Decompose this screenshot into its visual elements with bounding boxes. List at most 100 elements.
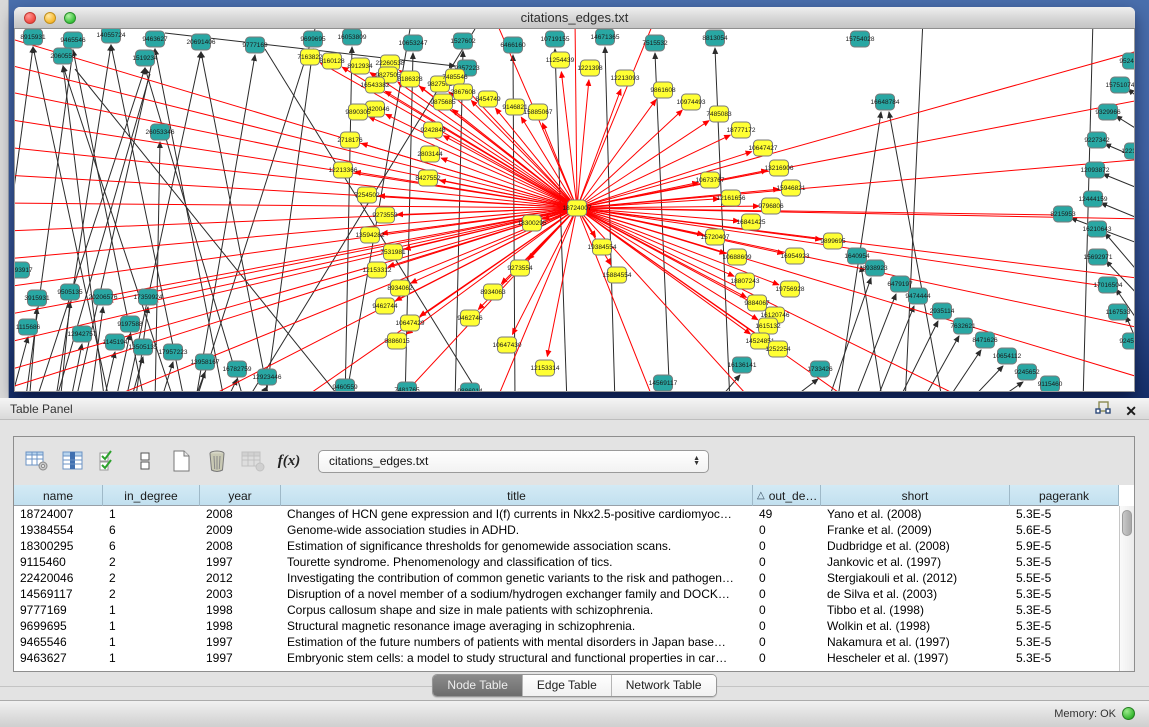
graph-node[interactable]: 7515532 bbox=[642, 35, 668, 51]
citation-edge-black[interactable] bbox=[455, 51, 463, 392]
table-cell[interactable]: 19384554 bbox=[14, 522, 103, 538]
table-cell[interactable]: Structural magnetic resonance image aver… bbox=[281, 618, 753, 634]
citation-edge-red[interactable] bbox=[547, 208, 577, 356]
table-cell[interactable]: 0 bbox=[753, 570, 821, 586]
graph-node[interactable]: 2060550 bbox=[50, 48, 76, 64]
graph-node[interactable]: 6793917 bbox=[15, 262, 33, 278]
graph-node[interactable]: 8912934 bbox=[347, 58, 373, 74]
graph-node[interactable]: 20206576 bbox=[89, 289, 118, 305]
graph-node[interactable]: 10719155 bbox=[541, 31, 570, 47]
citation-edge-red[interactable] bbox=[575, 29, 577, 208]
table-cell[interactable]: 0 bbox=[753, 634, 821, 650]
graph-node[interactable]: 16648784 bbox=[871, 94, 900, 110]
graph-node[interactable]: 12444159 bbox=[1079, 191, 1108, 207]
function-builder-icon[interactable]: f(x) bbox=[276, 448, 302, 474]
column-header-pagerank[interactable]: pagerank bbox=[1010, 485, 1119, 506]
graph-node[interactable]: 12153314 bbox=[531, 360, 560, 376]
table-vertical-scrollbar[interactable] bbox=[1119, 506, 1134, 671]
table-cell[interactable]: 1 bbox=[103, 650, 200, 666]
graph-node[interactable]: 9227342 bbox=[1084, 132, 1110, 148]
graph-node[interactable]: 1615132 bbox=[755, 318, 781, 334]
table-cell[interactable]: 5.3E-5 bbox=[1010, 554, 1119, 570]
table-cell[interactable]: Corpus callosum shape and size in male p… bbox=[281, 602, 753, 618]
table-row[interactable]: 946554611997Estimation of the future num… bbox=[14, 634, 1119, 650]
citation-network-graph[interactable]: 8915931946554614055724946362720691406977… bbox=[15, 29, 1134, 392]
graph-node[interactable]: 17957223 bbox=[159, 344, 188, 360]
table-cell[interactable]: 1 bbox=[103, 602, 200, 618]
graph-node[interactable]: 1167533 bbox=[1106, 304, 1131, 320]
graph-node[interactable]: 17016504 bbox=[1094, 277, 1123, 293]
graph-node[interactable]: 7481765 bbox=[394, 382, 420, 392]
graph-node[interactable]: 8160128 bbox=[319, 53, 345, 69]
citation-edge-red[interactable] bbox=[577, 80, 589, 208]
citation-edge-black[interactable] bbox=[103, 352, 115, 392]
table-cell[interactable]: 0 bbox=[753, 586, 821, 602]
graph-node[interactable]: 15692971 bbox=[1084, 249, 1113, 265]
table-cell[interactable]: 0 bbox=[753, 522, 821, 538]
table-cell[interactable]: 5.6E-5 bbox=[1010, 522, 1119, 538]
graph-node[interactable]: 2867608 bbox=[450, 84, 476, 100]
graph-node[interactable]: 9273553 bbox=[372, 207, 398, 223]
graph-node[interactable]: 15720407 bbox=[701, 229, 730, 245]
graph-node[interactable]: 15884554 bbox=[603, 267, 632, 283]
scrollbar-thumb[interactable] bbox=[1122, 510, 1132, 536]
table-cell[interactable]: 1 bbox=[103, 618, 200, 634]
column-header-in_degree[interactable]: in_degree bbox=[103, 485, 200, 506]
graph-node[interactable]: 7531981 bbox=[380, 244, 406, 260]
table-cell[interactable]: 1997 bbox=[200, 634, 281, 650]
graph-node[interactable]: 1145194 bbox=[103, 334, 128, 350]
graph-node[interactable]: 9463627 bbox=[142, 31, 168, 47]
citation-edge-red[interactable] bbox=[95, 208, 577, 392]
graph-node[interactable]: 1221039 bbox=[1121, 143, 1134, 159]
table-cell[interactable]: 9463627 bbox=[14, 650, 103, 666]
graph-node[interactable]: 12213366 bbox=[329, 162, 358, 178]
graph-node[interactable]: 9505135 bbox=[57, 284, 83, 300]
citation-edge-red[interactable] bbox=[107, 208, 577, 301]
citation-edge-red[interactable] bbox=[577, 100, 656, 208]
graph-node[interactable]: 14055724 bbox=[97, 29, 126, 43]
table-cell[interactable]: 2 bbox=[103, 586, 200, 602]
citation-edge-red[interactable] bbox=[577, 29, 655, 208]
table-cell[interactable]: 2 bbox=[103, 570, 200, 586]
column-visibility-icon[interactable] bbox=[60, 448, 86, 474]
table-cell[interactable]: Tourette syndrome. Phenomenology and cla… bbox=[281, 554, 753, 570]
graph-node[interactable]: 9242848 bbox=[420, 122, 446, 138]
graph-node[interactable]: 16136141 bbox=[728, 357, 757, 373]
graph-node[interactable]: 14569117 bbox=[649, 375, 678, 391]
citation-edge-black[interactable] bbox=[195, 55, 255, 392]
table-cell[interactable]: Hescheler et al. (1997) bbox=[821, 650, 1010, 666]
table-cell[interactable]: 2003 bbox=[200, 586, 281, 602]
citation-edge-black[interactable] bbox=[875, 306, 914, 392]
table-row[interactable]: 1872400712008Changes of HCN gene express… bbox=[14, 506, 1119, 522]
graph-node[interactable]: 15754028 bbox=[846, 31, 875, 47]
graph-node[interactable]: 9197588 bbox=[117, 316, 143, 332]
graph-node[interactable]: 9474444 bbox=[905, 288, 931, 304]
table-cell[interactable]: 2009 bbox=[200, 522, 281, 538]
graph-node[interactable]: 9462744 bbox=[372, 298, 398, 314]
graph-node[interactable]: 12923446 bbox=[253, 369, 282, 385]
citation-edge-black[interactable] bbox=[345, 47, 352, 392]
delete-table-icon[interactable] bbox=[204, 448, 230, 474]
table-row[interactable]: 969969511998Structural magnetic resonanc… bbox=[14, 618, 1119, 634]
graph-node[interactable]: 8186328 bbox=[397, 71, 423, 87]
table-cell[interactable]: Disruption of a novel member of a sodium… bbox=[281, 586, 753, 602]
table-cell[interactable]: 0 bbox=[753, 650, 821, 666]
citation-edge-black[interactable] bbox=[1116, 116, 1134, 131]
network-window-titlebar[interactable]: citations_edges.txt bbox=[14, 7, 1135, 29]
graph-node[interactable]: 16954923 bbox=[781, 248, 810, 264]
citation-edge-black[interactable] bbox=[853, 294, 896, 392]
close-panel-icon[interactable]: ✕ bbox=[1125, 403, 1137, 419]
table-cell[interactable]: 5.3E-5 bbox=[1010, 602, 1119, 618]
graph-node[interactable]: 3915931 bbox=[24, 290, 50, 306]
table-cell[interactable]: 5.3E-5 bbox=[1010, 650, 1119, 666]
citation-edge-black[interactable] bbox=[1103, 174, 1134, 189]
citation-edge-black[interactable] bbox=[195, 29, 315, 392]
citation-edge-black[interactable] bbox=[945, 350, 981, 392]
citation-edge-black[interactable] bbox=[897, 321, 938, 392]
table-cell[interactable]: Franke et al. (2009) bbox=[821, 522, 1010, 538]
table-cell[interactable]: 22420046 bbox=[14, 570, 103, 586]
table-cell[interactable]: Wolkin et al. (1998) bbox=[821, 618, 1010, 634]
graph-node[interactable]: 9886015 bbox=[384, 333, 410, 349]
column-header-title[interactable]: title bbox=[281, 485, 753, 506]
graph-node[interactable]: 16841425 bbox=[737, 214, 766, 230]
